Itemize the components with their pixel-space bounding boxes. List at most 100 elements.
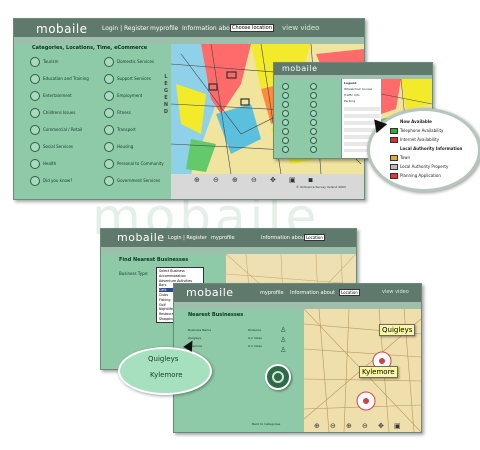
business-option[interactable]: Golf — [159, 303, 166, 307]
zoom-tool-icon[interactable]: ✥ — [378, 422, 384, 430]
location-select[interactable]: Location — [339, 289, 360, 296]
zoom-tool-icon[interactable]: ⊕ — [346, 422, 352, 430]
locate-button[interactable] — [265, 364, 291, 390]
view-video-link[interactable]: view video — [382, 289, 409, 295]
category-icon[interactable] — [282, 137, 289, 144]
category-icon — [104, 74, 114, 84]
zoom-tool-icon[interactable]: ⊕ — [232, 176, 238, 184]
category-item[interactable]: Did you know? — [30, 176, 72, 186]
back-to-categories-link[interactable]: Back to Categories — [252, 422, 280, 426]
legend-item[interactable]: Wheelchair Access — [344, 87, 372, 91]
category-icon[interactable] — [310, 92, 317, 99]
business-option[interactable]: Select Business — [159, 269, 185, 273]
category-item[interactable]: Tourism — [30, 57, 58, 67]
category-icon[interactable] — [310, 110, 317, 117]
zoom-tool-icon[interactable]: ✥ — [270, 176, 276, 184]
category-icon[interactable] — [282, 146, 289, 153]
zoom-tool-icon[interactable]: ⊖ — [330, 422, 336, 430]
category-label: Employment — [117, 93, 143, 98]
zoom-item-label: Planning Application — [400, 173, 441, 178]
myprofile-link[interactable]: myprofile — [260, 290, 284, 296]
category-item[interactable]: Personal to Community — [104, 159, 164, 169]
legend-item[interactable]: Traffic Info — [344, 93, 360, 97]
category-label: Tourism — [43, 59, 59, 64]
category-icon[interactable] — [310, 128, 317, 135]
category-icon[interactable] — [310, 101, 317, 108]
business-option[interactable]: Accommodation — [159, 274, 186, 278]
location-select[interactable]: Location — [304, 234, 325, 241]
zoom-item[interactable]: Telephone Availability — [390, 128, 443, 134]
category-item[interactable]: Childrens Issues — [30, 108, 75, 118]
legend-item[interactable]: Parking — [344, 99, 355, 103]
logo[interactable]: mobaile — [186, 286, 234, 299]
category-icon[interactable] — [310, 146, 317, 153]
zoom-item[interactable]: Internet Availability — [390, 137, 439, 143]
category-icon[interactable] — [310, 119, 317, 126]
legend-swatch — [390, 155, 398, 161]
login-register-link[interactable]: Login | Register — [102, 25, 149, 32]
zoom-tool-icon[interactable]: ⊕ — [314, 422, 320, 430]
zoom-item[interactable]: Planning Application — [390, 173, 441, 179]
category-label: Transport — [117, 127, 136, 132]
category-icon[interactable] — [282, 128, 289, 135]
sub-bar — [174, 302, 421, 309]
logo[interactable]: mobaile — [36, 22, 88, 36]
category-icon[interactable] — [282, 110, 289, 117]
zoom-tool-icon[interactable]: ▣ — [394, 422, 401, 430]
myprofile-link[interactable]: myprofile — [211, 235, 235, 241]
category-icon[interactable] — [310, 137, 317, 144]
map-label-quigleys[interactable]: Quigleys — [379, 324, 416, 336]
legend-swatch — [390, 173, 398, 179]
business-option[interactable]: Fishing — [159, 298, 170, 302]
zoom-tool-icon[interactable]: ⊖ — [213, 176, 219, 184]
category-item[interactable]: Education and Training — [30, 74, 89, 84]
zoom-tool-icon[interactable]: ⊖ — [362, 422, 368, 430]
category-item[interactable]: Commercial / Retail — [30, 125, 82, 135]
category-item[interactable]: Employment — [104, 91, 142, 101]
location-select[interactable]: Choose location — [230, 24, 274, 32]
zoom-tool-icon[interactable]: ▣ — [289, 176, 296, 184]
category-item[interactable]: Transport — [104, 125, 136, 135]
category-label: Childrens Issues — [43, 110, 76, 115]
zoom-item[interactable]: Local Authority Property — [390, 164, 448, 170]
information-about-label: Information about — [290, 290, 335, 296]
category-label: Government Services — [117, 178, 161, 183]
logo[interactable]: mobaile — [117, 231, 165, 244]
zoom-tool-icon[interactable]: ◾ — [308, 176, 313, 184]
table-row-value: 0.4 miles — [248, 344, 262, 348]
business-option[interactable]: Clubs — [159, 293, 168, 297]
category-label: Commercial / Retail — [43, 127, 83, 132]
category-label: Social Services — [43, 144, 73, 149]
category-item[interactable]: Health — [30, 159, 56, 169]
category-icon[interactable] — [282, 83, 289, 90]
category-item[interactable]: Fitness — [104, 108, 131, 118]
category-item[interactable]: Government Services — [104, 176, 160, 186]
category-item[interactable]: Social Services — [30, 142, 73, 152]
category-icon[interactable] — [282, 101, 289, 108]
business-option[interactable]: Adventure Activities — [159, 279, 192, 283]
category-icon — [104, 142, 114, 152]
category-icon — [30, 108, 40, 118]
category-item[interactable]: Support Services — [104, 74, 151, 84]
business-option[interactable]: Bars — [159, 283, 166, 287]
logo-small[interactable]: mobaile — [282, 64, 318, 73]
zoom-item[interactable]: Town — [390, 155, 410, 161]
business-option[interactable]: Nightlife — [159, 307, 173, 311]
walking-icon: ♙ — [280, 336, 287, 344]
map-label-kylemore[interactable]: Kylemore — [359, 366, 398, 378]
category-icon — [30, 176, 40, 186]
view-video-link[interactable]: view video — [282, 24, 319, 32]
zoom-item-label: Now Available — [400, 119, 432, 124]
category-item[interactable]: Entertainment — [30, 91, 72, 101]
category-icon[interactable] — [282, 119, 289, 126]
zoom-tool-icon[interactable]: ⊖ — [251, 176, 257, 184]
category-icon[interactable] — [282, 92, 289, 99]
category-item[interactable]: Housing — [104, 142, 133, 152]
categories-title: Categories, Locations, Time, eCommerce — [32, 45, 148, 51]
zoom-tool-icon[interactable]: ⊕ — [194, 176, 200, 184]
category-label: Support Services — [117, 76, 151, 81]
myprofile-link[interactable]: myprofile — [150, 25, 178, 32]
category-icon[interactable] — [310, 83, 317, 90]
login-register-link[interactable]: Login | Register — [168, 235, 207, 241]
category-item[interactable]: Domestic Services — [104, 57, 154, 67]
